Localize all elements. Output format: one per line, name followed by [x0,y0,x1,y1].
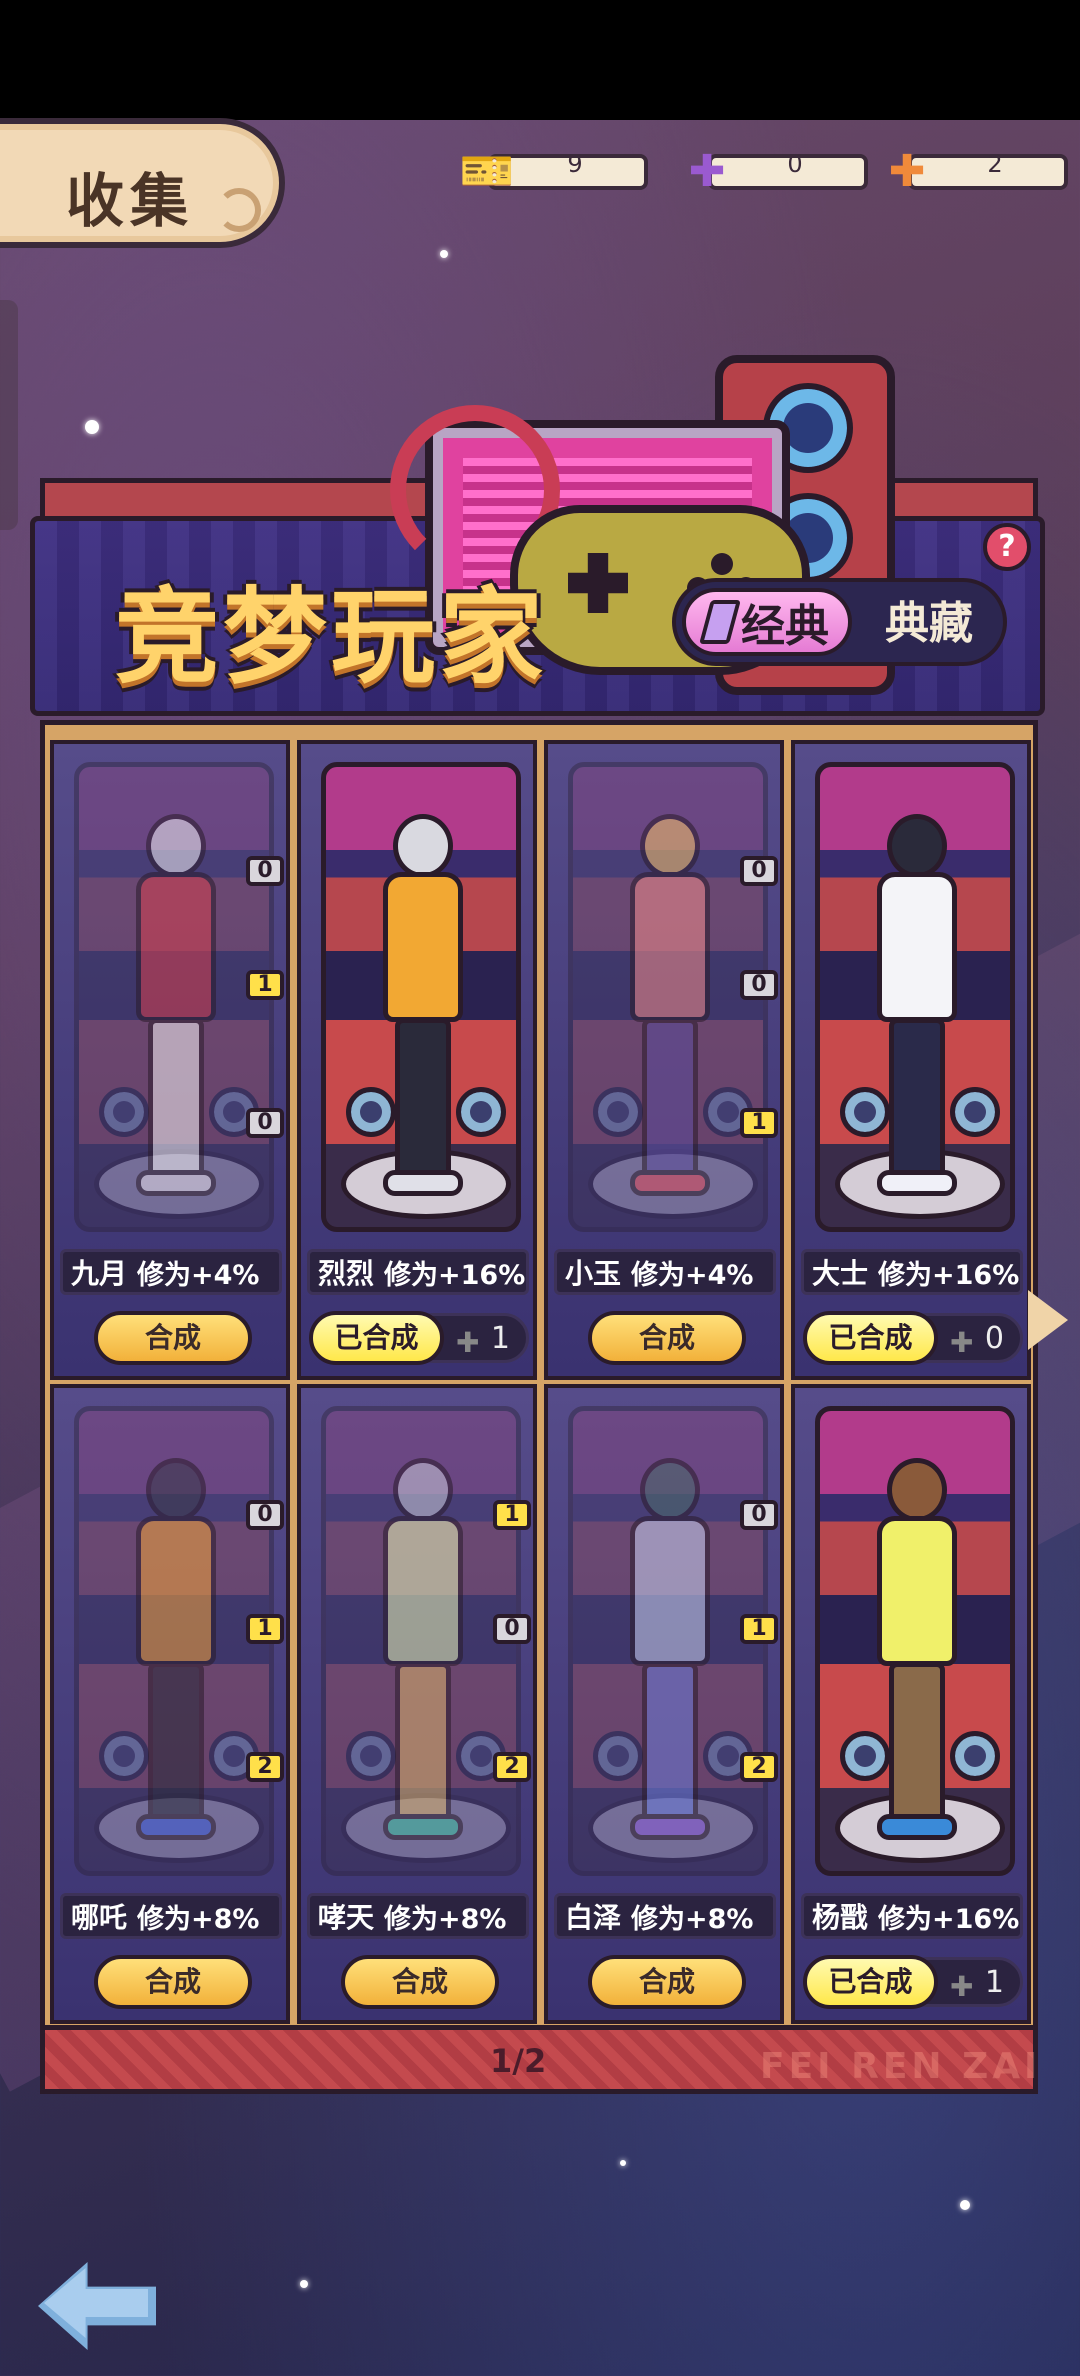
bonus-text: 修为+8% [137,1903,260,1935]
card-label: 烈烈 修为+16% [307,1249,529,1295]
craft-button[interactable]: 合成 [588,1955,746,2009]
card-label: 杨戬 修为+16% [801,1893,1023,1939]
star-decoration [620,2160,626,2166]
character-card[interactable]: 1 0 2 哮天 修为+8% 合成 [297,1384,537,2024]
tab-collector[interactable]: 典藏 [864,594,994,654]
piece-count-badge: 0 [740,856,778,886]
card-label: 大士 修为+16% [801,1249,1023,1295]
card-label: 哪吒 修为+8% [60,1893,282,1939]
character-figure [126,814,226,1214]
bonus-text: 修为+4% [631,1259,754,1291]
bonus-text: 修为+8% [631,1903,754,1935]
bonus-text: 修为+4% [137,1259,260,1291]
craft-button[interactable]: 合成 [94,1311,252,1365]
character-card[interactable]: 烈烈 修为+16% 已合成 ✚ 1 [297,740,537,1380]
back-button[interactable] [38,2262,156,2350]
craft-button[interactable]: 合成 [94,1955,252,2009]
page-indicator: 1/2 [490,2042,547,2080]
currency-value: 2 [987,150,1003,178]
piece-count-badge: 1 [246,1614,284,1644]
character-card[interactable]: 0 1 2 白泽 修为+8% 合成 [544,1384,784,2024]
bonus-text: 修为+16% [878,1259,1020,1291]
page-title-plate: 收集 [0,118,285,248]
page-title: 收集 [66,167,195,235]
star-decoration [960,2200,970,2210]
crafted-button[interactable]: 已合成 [803,1955,938,2009]
character-name: 哪吒 [71,1901,128,1934]
puzzle-piece-icon: ✚ [456,1326,480,1359]
currency-value: 0 [787,150,803,178]
crafted-status: 已合成 ✚ 0 [803,1311,1025,1365]
currency-orange-puzzle[interactable]: ✚ 2 [880,146,1070,197]
piece-count-badge: 2 [246,1752,284,1782]
character-figure [620,814,720,1214]
piece-count-badge: 1 [246,970,284,1000]
card-label: 哮天 修为+8% [307,1893,529,1939]
character-name: 大士 [812,1257,869,1290]
piece-count-badge: 1 [740,1614,778,1644]
piece-count-badge: 2 [493,1752,531,1782]
collection-toggle[interactable]: 经典 典藏 [672,578,1007,666]
orange-puzzle-icon: ✚ [888,145,926,197]
crafted-status: 已合成 ✚ 1 [309,1311,531,1365]
currency-value: 9 [567,150,583,178]
status-bar [0,0,1080,120]
brand-watermark: FEI REN ZAI [760,2046,1042,2087]
character-figure [126,1458,226,1858]
bonus-text: 修为+16% [384,1259,526,1291]
character-card[interactable]: 大士 修为+16% 已合成 ✚ 0 [791,740,1031,1380]
piece-count-badge: 0 [493,1614,531,1644]
character-name: 烈烈 [318,1257,375,1290]
crafted-button[interactable]: 已合成 [309,1311,444,1365]
character-figure [867,814,967,1214]
piece-count-badge: 0 [740,1500,778,1530]
character-name: 杨戬 [812,1901,869,1934]
star-decoration [300,2280,308,2288]
character-figure [620,1458,720,1858]
piece-count-badge: 0 [246,1108,284,1138]
star-decoration [85,420,99,434]
character-card[interactable]: 0 1 0 九月 修为+4% 合成 [50,740,290,1380]
character-figure [373,1458,473,1858]
character-name: 小玉 [565,1257,622,1290]
swirl-ornament-icon [217,188,261,232]
piece-count-badge: 1 [493,1500,531,1530]
character-card[interactable]: 杨戬 修为+16% 已合成 ✚ 1 [791,1384,1031,2024]
card-label: 小玉 修为+4% [554,1249,776,1295]
banner-title: 竞梦玩家 [115,576,548,698]
tab-classic[interactable]: 经典 [682,588,852,656]
card-label: 九月 修为+4% [60,1249,282,1295]
card-chip-icon [699,600,741,644]
puzzle-piece-icon: ✚ [950,1970,974,2003]
piece-count-badge: 0 [740,970,778,1000]
piece-count-badge: 0 [246,856,284,886]
currency-ticket[interactable]: 🎫 9 [460,146,650,197]
card-label: 白泽 修为+8% [554,1893,776,1939]
help-button[interactable]: ? [983,523,1031,571]
character-name: 九月 [71,1257,128,1290]
star-decoration [440,250,448,258]
character-card[interactable]: 0 1 2 哪吒 修为+8% 合成 [50,1384,290,2024]
bonus-text: 修为+8% [384,1903,507,1935]
piece-count-badge: 2 [740,1752,778,1782]
side-tab[interactable] [0,300,18,530]
purple-puzzle-icon: ✚ [688,145,726,197]
craft-button[interactable]: 合成 [341,1955,499,2009]
bonus-text: 修为+16% [878,1903,1020,1935]
puzzle-piece-icon: ✚ [950,1326,974,1359]
crafted-status: 已合成 ✚ 1 [803,1955,1025,2009]
character-figure [373,814,473,1214]
crafted-button[interactable]: 已合成 [803,1311,938,1365]
character-card[interactable]: 0 0 1 小玉 修为+4% 合成 [544,740,784,1380]
ticket-icon: 🎫 [459,146,515,197]
piece-count-badge: 1 [740,1108,778,1138]
piece-count-badge: 0 [246,1500,284,1530]
character-name: 白泽 [565,1901,622,1934]
character-name: 哮天 [318,1901,375,1934]
currency-purple-puzzle[interactable]: ✚ 0 [680,146,870,197]
character-figure [867,1458,967,1858]
craft-button[interactable]: 合成 [588,1311,746,1365]
